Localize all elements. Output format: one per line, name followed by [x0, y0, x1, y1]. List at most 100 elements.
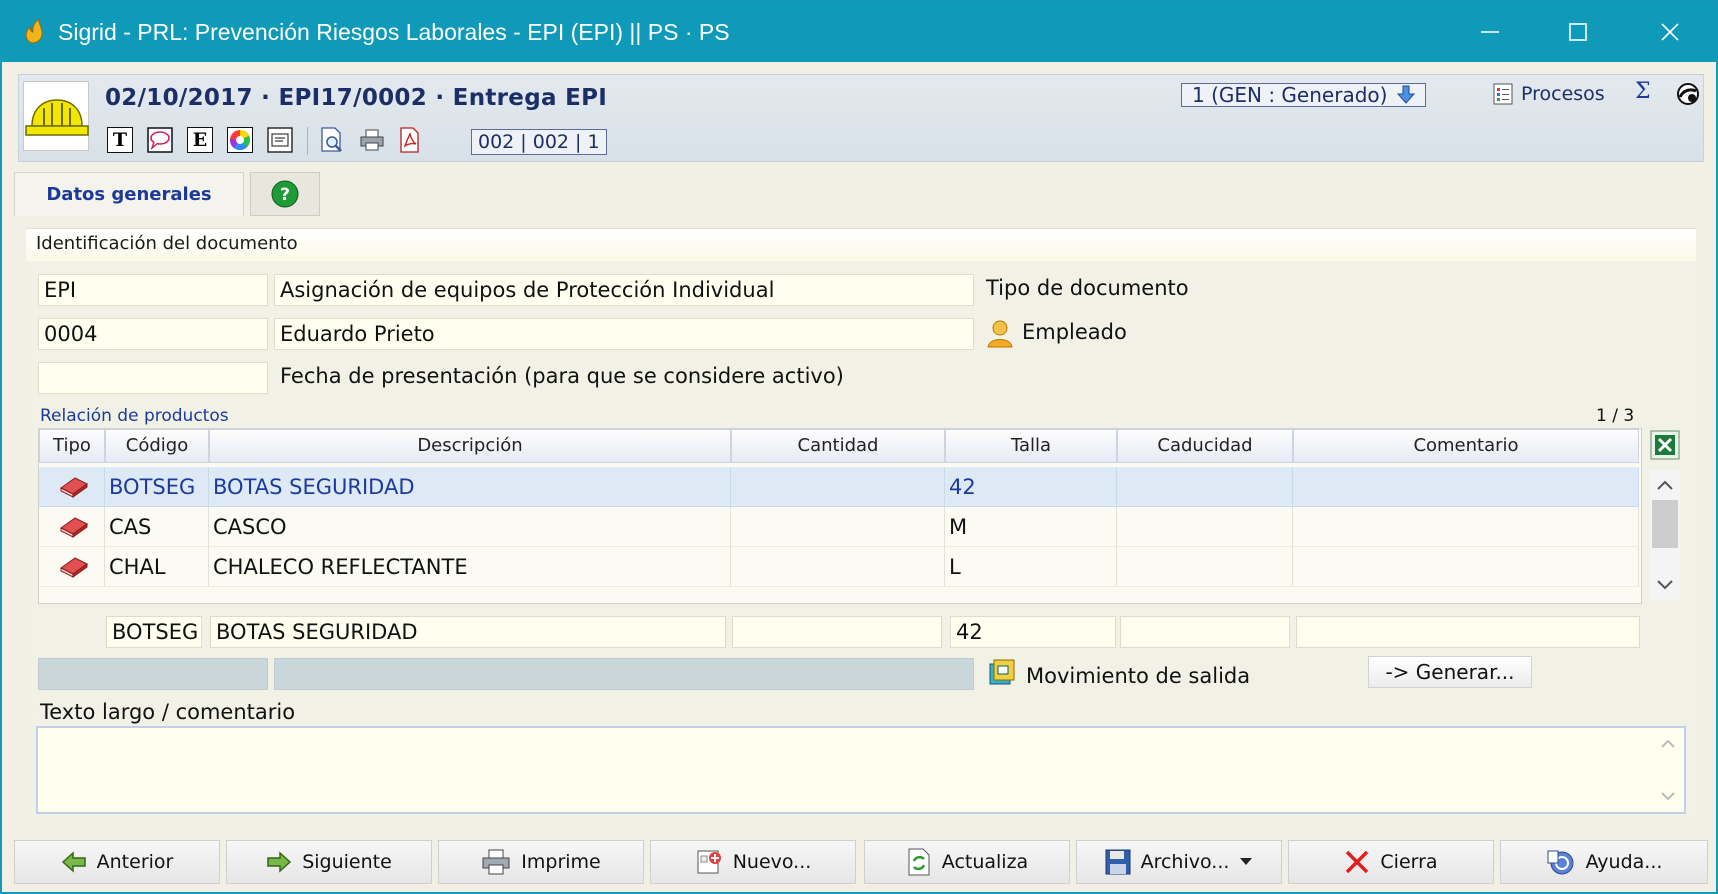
dropdown-arrow-icon	[1240, 858, 1253, 865]
chevron-down-icon[interactable]	[1650, 574, 1680, 594]
sigma-icon[interactable]: Σ	[1635, 79, 1651, 104]
cell-talla: M	[945, 507, 1117, 547]
employee-code-field[interactable]: 0004	[38, 318, 268, 350]
refresh-label: Actualiza	[941, 851, 1029, 873]
save-disk-icon	[1105, 849, 1131, 875]
doc-type-code-field[interactable]: EPI	[38, 274, 268, 306]
previous-button[interactable]: Anterior	[14, 840, 220, 884]
table-row[interactable]: CHAL CHALECO REFLECTANTE L	[39, 547, 1649, 587]
cell-descripcion: BOTAS SEGURIDAD	[209, 467, 731, 507]
excel-export-button[interactable]	[1650, 430, 1680, 464]
presentation-date-field[interactable]	[38, 362, 268, 394]
long-text-area[interactable]	[36, 726, 1686, 814]
products-grid: Tipo Código Descripción Cantidad Talla C…	[38, 428, 1642, 604]
document-header: 02/10/2017 · EPI17/0002 · Entrega EPI T …	[18, 74, 1704, 162]
col-cantidad[interactable]: Cantidad	[731, 429, 945, 463]
cell-comentario	[1293, 547, 1639, 587]
status-dropdown[interactable]: 1 (GEN : Generado)	[1181, 83, 1427, 107]
col-descripcion[interactable]: Descripción	[209, 429, 731, 463]
help-label: Ayuda...	[1585, 851, 1663, 873]
employee-user-icon[interactable]	[986, 318, 1014, 352]
table-row[interactable]: BOTSEG BOTAS SEGURIDAD 42	[39, 467, 1649, 507]
chevron-up-icon[interactable]	[1658, 734, 1678, 754]
pdf-button[interactable]	[397, 127, 423, 153]
process-list-icon	[1493, 83, 1513, 105]
new-document-icon	[697, 850, 721, 874]
scrollbar-thumb[interactable]	[1652, 500, 1678, 548]
movement-code-field[interactable]	[38, 658, 268, 690]
edit-caducidad-field[interactable]	[1120, 616, 1290, 648]
next-button[interactable]: Siguiente	[226, 840, 432, 884]
movement-label: Movimiento de salida	[1026, 664, 1251, 688]
refresh-icon	[908, 848, 930, 876]
procesos-label: Procesos	[1521, 83, 1605, 105]
notes-icon	[267, 127, 293, 153]
print-button[interactable]	[359, 127, 385, 153]
toolbar-divider	[307, 127, 308, 155]
procesos-button[interactable]: Procesos	[1493, 83, 1605, 105]
col-comentario[interactable]: Comentario	[1293, 429, 1639, 463]
cell-caducidad	[1117, 467, 1293, 507]
edit-codigo-field[interactable]: BOTSEG	[106, 616, 202, 648]
maximize-button[interactable]	[1532, 2, 1624, 62]
close-x-icon	[1346, 850, 1369, 874]
edit-cantidad-field[interactable]	[732, 616, 942, 648]
title-bar: Sigrid - PRL: Prevención Riesgos Laboral…	[2, 2, 1716, 62]
cell-cantidad	[731, 547, 945, 587]
text-format-button[interactable]: T	[107, 127, 133, 153]
chevron-down-icon[interactable]	[1658, 786, 1678, 806]
grid-scrollbar[interactable]	[1650, 470, 1680, 600]
minimize-button[interactable]	[1444, 2, 1536, 62]
generate-button[interactable]: -> Generar...	[1368, 656, 1532, 688]
arrow-left-icon	[61, 851, 86, 873]
col-codigo[interactable]: Código	[105, 429, 209, 463]
close-window-button[interactable]	[1624, 2, 1716, 62]
pdf-icon	[400, 127, 419, 153]
color-wheel-button[interactable]	[227, 127, 253, 153]
comment-bubble-button[interactable]	[147, 127, 173, 153]
movement-link-icon[interactable]	[988, 658, 1016, 690]
file-menu-button[interactable]: Archivo...	[1076, 840, 1282, 884]
refresh-button[interactable]: Actualiza	[864, 840, 1070, 884]
employee-name-field[interactable]: Eduardo Prieto	[274, 318, 974, 350]
edit-descripcion-field[interactable]: BOTAS SEGURIDAD	[210, 616, 726, 648]
presentation-date-label: Fecha de presentación (para que se consi…	[280, 364, 844, 388]
document-magnifier-icon	[321, 127, 342, 152]
cell-descripcion: CHALECO REFLECTANTE	[209, 547, 731, 587]
chevron-up-icon[interactable]	[1650, 476, 1680, 496]
edit-talla-field[interactable]: 42	[950, 616, 1116, 648]
tab-datos-generales[interactable]: Datos generales	[14, 172, 244, 216]
edit-comentario-field[interactable]	[1296, 616, 1640, 648]
global-settings-button[interactable]	[1675, 81, 1701, 111]
products-title: Relación de productos	[40, 406, 229, 426]
preview-button[interactable]	[319, 127, 345, 153]
print-document-button[interactable]: Imprime	[438, 840, 644, 884]
cell-caducidad	[1117, 507, 1293, 547]
window-title: Sigrid - PRL: Prevención Riesgos Laboral…	[58, 19, 730, 45]
cell-comentario	[1293, 467, 1639, 507]
new-button[interactable]: Nuevo...	[650, 840, 856, 884]
cell-talla: 42	[945, 467, 1117, 507]
cell-cantidad	[731, 467, 945, 507]
svg-text:?: ?	[280, 185, 290, 205]
edit-button[interactable]: E	[187, 127, 213, 153]
movement-desc-field[interactable]	[274, 658, 974, 690]
minimize-icon	[1481, 31, 1499, 33]
col-talla[interactable]: Talla	[945, 429, 1117, 463]
doc-type-desc-field[interactable]: Asignación de equipos de Protección Indi…	[274, 274, 974, 306]
textarea-scrollbar[interactable]	[1658, 734, 1678, 806]
close-document-button[interactable]: Cierra	[1288, 840, 1494, 884]
hardhat-logo-icon	[23, 81, 89, 151]
col-tipo[interactable]: Tipo	[39, 429, 105, 463]
maximize-icon	[1569, 23, 1587, 41]
help-question-icon: ?	[271, 180, 299, 208]
printer-icon	[482, 849, 510, 875]
previous-label: Anterior	[96, 851, 174, 873]
cell-talla: L	[945, 547, 1117, 587]
notes-button[interactable]	[267, 127, 293, 153]
col-caducidad[interactable]: Caducidad	[1117, 429, 1293, 463]
table-row[interactable]: CAS CASCO M	[39, 507, 1649, 547]
tab-help[interactable]: ?	[250, 172, 320, 216]
cell-descripcion: CASCO	[209, 507, 731, 547]
help-button[interactable]: Ayuda...	[1500, 840, 1708, 884]
